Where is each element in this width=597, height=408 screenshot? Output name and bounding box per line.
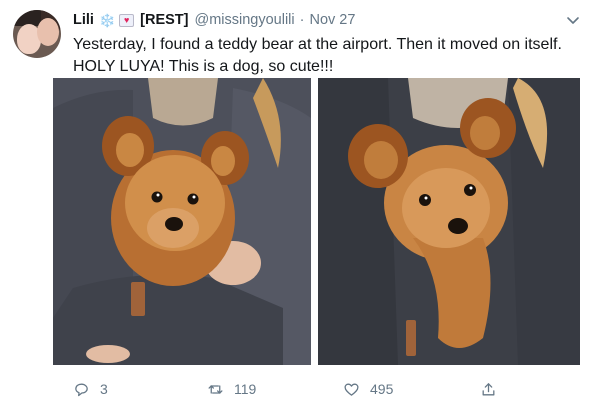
- retweet-count: 119: [234, 381, 257, 397]
- avatar[interactable]: [13, 10, 61, 58]
- reply-count: 3: [100, 381, 108, 397]
- photo-dog-2[interactable]: [318, 78, 580, 365]
- chevron-down-icon[interactable]: [565, 12, 581, 28]
- share-icon: [482, 382, 495, 395]
- display-name[interactable]: Lili: [73, 12, 94, 28]
- share-button[interactable]: [480, 377, 497, 401]
- media-grid: [53, 78, 580, 365]
- retweet-icon: [208, 384, 223, 394]
- like-button[interactable]: 495: [343, 377, 393, 401]
- separator: ·: [299, 12, 305, 28]
- tweet-card: Lili ❄️ ♥ [REST] @missingyoulili · Nov 2…: [0, 0, 597, 408]
- retweet-button[interactable]: 119: [207, 377, 256, 401]
- tweet-actions: 3 119 495: [73, 377, 513, 401]
- timestamp[interactable]: Nov 27: [309, 12, 355, 28]
- like-count: 495: [370, 381, 394, 397]
- user-handle[interactable]: @missingyoulili: [194, 12, 294, 28]
- love-letter-emoji: ♥: [119, 13, 135, 27]
- snowflake-emoji: ❄️: [98, 12, 116, 28]
- heart-icon: [344, 383, 359, 396]
- name-badge: [REST]: [140, 12, 189, 28]
- tweet-header: Lili ❄️ ♥ [REST] @missingyoulili · Nov 2…: [73, 10, 355, 30]
- reply-button[interactable]: 3: [73, 377, 108, 401]
- reply-icon: [75, 383, 88, 396]
- tweet-text: Yesterday, I found a teddy bear at the a…: [73, 36, 562, 75]
- photo-dog-1[interactable]: [53, 78, 311, 365]
